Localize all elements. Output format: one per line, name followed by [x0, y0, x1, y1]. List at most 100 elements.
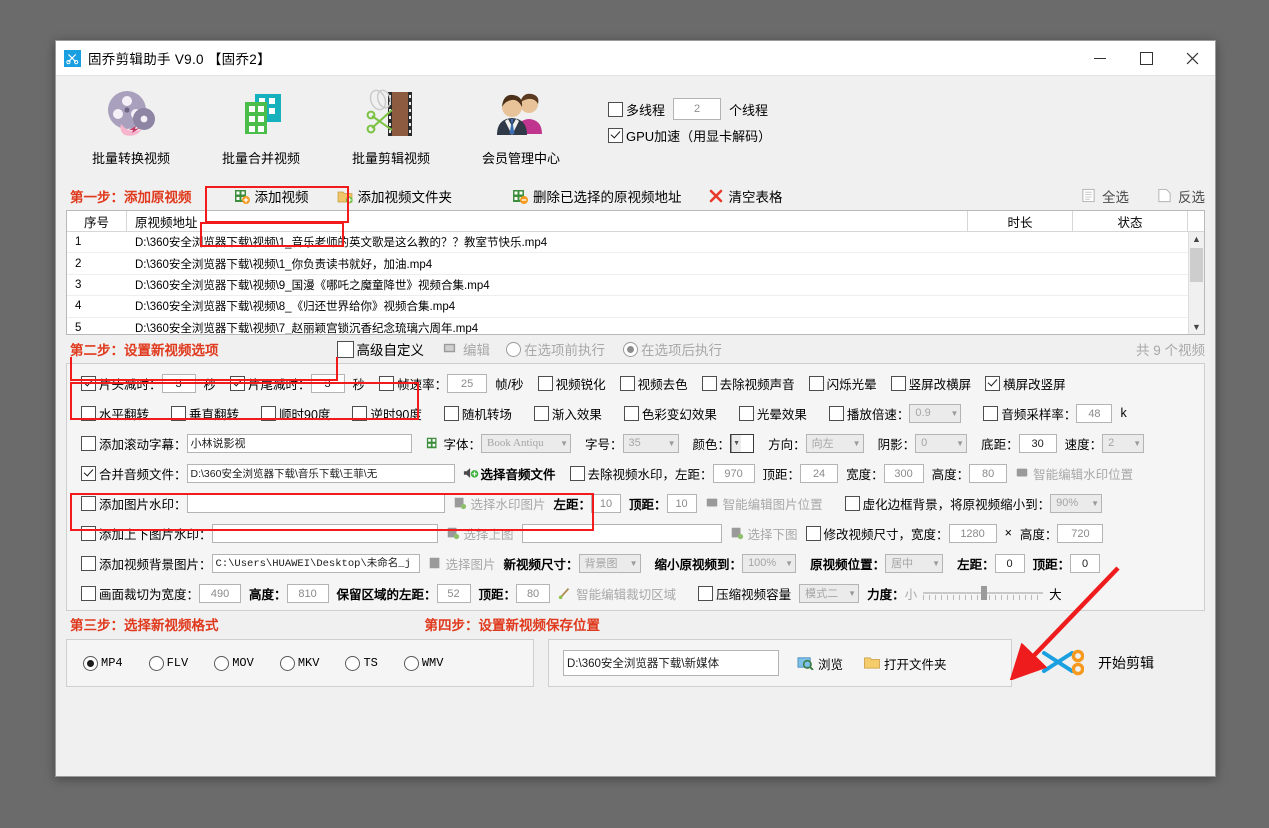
image-watermark-input[interactable]	[186, 493, 445, 513]
keep-top-input[interactable]: 80	[516, 583, 551, 603]
format-radio-mkv[interactable]	[279, 655, 295, 671]
format-radio-ts[interactable]	[345, 655, 361, 671]
font-size-select[interactable]: 35 ▼	[622, 433, 679, 453]
blur-background-option[interactable]: 虚化边框背景，将原视频缩小到：	[844, 494, 1050, 513]
table-row[interactable]: 1 D:\360安全浏览器下载\视频\1_音乐老师的英文歌是这么教的？？教室节快…	[67, 232, 1204, 254]
smart-crop-button[interactable]: 智能编辑裁切区域	[558, 584, 676, 603]
hflip-checkbox[interactable]	[81, 405, 96, 421]
wm-left-input[interactable]: 10	[591, 493, 622, 513]
vflip-option[interactable]: 垂直翻转	[171, 404, 239, 423]
start-clip-area[interactable]: 开始剪辑	[1038, 639, 1154, 687]
decolor-checkbox[interactable]	[619, 375, 635, 391]
random-transition-checkbox[interactable]	[443, 405, 459, 421]
audio-path-input[interactable]: D:\360安全浏览器下载\音乐下载\王菲\无	[186, 463, 455, 483]
smart-image-position-button[interactable]: 智能编辑图片位置	[705, 494, 823, 513]
exec-before-option[interactable]: 在选项前执行	[506, 339, 605, 359]
exec-before-radio[interactable]	[506, 341, 521, 357]
scroll-subtitle-input[interactable]: 小林说影视	[186, 433, 412, 453]
add-video-button[interactable]: 添加视频	[234, 186, 309, 206]
head-trim-option[interactable]: 片头减时：	[81, 374, 162, 393]
sharpen-checkbox[interactable]	[537, 375, 553, 391]
top-bottom-watermark-option[interactable]: 添加上下图片水印：	[81, 524, 212, 543]
scroll-subtitle-checkbox[interactable]	[81, 435, 96, 451]
table-row[interactable]: 5 D:\360安全浏览器下载\视频\7_赵丽颖宫锁沉香纪念琉璃六周年.mp4	[67, 318, 1204, 334]
table-row[interactable]: 4 D:\360安全浏览器下载\视频\8_《归还世界给你》视频合集.mp4	[67, 296, 1204, 318]
table-row[interactable]: 3 D:\360安全浏览器下载\视频\9_国漫《哪吒之魔童降世》视频合集.mp4	[67, 275, 1204, 297]
select-all-button[interactable]: 全选	[1081, 186, 1129, 206]
blur-background-checkbox[interactable]	[844, 495, 860, 511]
color-shift-checkbox[interactable]	[623, 405, 639, 421]
smart-watermark-button[interactable]: 智能编辑水印位置	[1015, 464, 1133, 483]
subtitle-speed-select[interactable]: 2 ▼	[1102, 433, 1145, 453]
blur-shrink-select[interactable]: 90% ▼	[1050, 493, 1103, 513]
advanced-custom-checkbox[interactable]	[336, 340, 354, 358]
table-row[interactable]: 2 D:\360安全浏览器下载\视频\1_你负责读书就好，加油.mp4	[67, 253, 1204, 275]
hflip-option[interactable]: 水平翻转	[81, 404, 149, 423]
top-image-input[interactable]	[211, 523, 438, 543]
edit-button[interactable]: 编辑	[442, 339, 490, 359]
video-position-select[interactable]: 居中 ▼	[885, 553, 944, 573]
choose-watermark-image-button[interactable]: 选择水印图片	[453, 494, 546, 513]
fade-in-option[interactable]: 渐入效果	[533, 404, 602, 423]
fade-in-checkbox[interactable]	[533, 405, 549, 421]
bg-top-input[interactable]: 0	[1070, 553, 1101, 573]
remove-watermark-option[interactable]: 去除视频水印，左距：	[569, 464, 713, 483]
multithread-checkbox[interactable]	[608, 101, 623, 117]
sharpen-option[interactable]: 视频锐化	[537, 374, 606, 393]
font-select[interactable]: Book Antiqu ▼	[481, 433, 572, 453]
advanced-custom-option[interactable]: 高级自定义	[336, 339, 424, 359]
merge-audio-option[interactable]: 合并音频文件：	[81, 464, 187, 483]
resize-width-input[interactable]: 1280	[948, 523, 997, 543]
fps-checkbox[interactable]	[379, 375, 395, 391]
watermark-height-input[interactable]: 80	[969, 463, 1008, 483]
choose-bottom-image-button[interactable]: 选择下图	[730, 524, 798, 543]
subtitle-file-icon[interactable]	[426, 436, 440, 450]
watermark-top-input[interactable]: 24	[800, 463, 839, 483]
table-scrollbar[interactable]: ▲ ▼	[1188, 232, 1204, 334]
format-radio-mp4[interactable]	[83, 655, 98, 671]
v2h-checkbox[interactable]	[890, 375, 906, 391]
format-option-flv[interactable]: FLV	[148, 655, 188, 671]
rotate-ccw-checkbox[interactable]	[352, 405, 368, 421]
tail-trim-option[interactable]: 片尾减时：	[230, 374, 311, 393]
halo-option[interactable]: 光晕效果	[738, 404, 807, 423]
video-list-table[interactable]: 序号 原视频地址 时长 状态 1 D:\360安全浏览器下载\视频\1_音乐老师…	[66, 210, 1205, 335]
image-watermark-checkbox[interactable]	[81, 495, 96, 511]
color-shift-option[interactable]: 色彩变幻效果	[623, 404, 717, 423]
tool-batch-clip[interactable]: 批量剪辑视频	[326, 82, 456, 167]
scrollbar-thumb[interactable]	[1190, 248, 1203, 282]
fps-option[interactable]: 帧速率：	[379, 374, 447, 393]
crop-width-input[interactable]: 490	[199, 583, 242, 603]
wm-top-input[interactable]: 10	[666, 493, 697, 513]
resize-video-checkbox[interactable]	[805, 525, 821, 541]
rotate-ccw-option[interactable]: 逆时90度	[352, 404, 422, 423]
new-size-select[interactable]: 背景图 ▼	[578, 553, 641, 573]
compression-strength-slider[interactable]	[923, 586, 1044, 600]
add-folder-button[interactable]: 添加视频文件夹	[337, 186, 452, 206]
compress-option[interactable]: 压缩视频容量	[698, 584, 791, 603]
playback-speed-checkbox[interactable]	[828, 405, 844, 421]
horizontal-to-vertical-option[interactable]: 横屏改竖屏	[985, 374, 1066, 393]
minimize-button[interactable]	[1077, 41, 1123, 75]
resize-height-input[interactable]: 720	[1057, 523, 1104, 543]
fps-input[interactable]: 25	[447, 373, 488, 393]
bottom-image-input[interactable]	[521, 523, 722, 543]
mute-checkbox[interactable]	[701, 375, 717, 391]
watermark-width-input[interactable]: 300	[883, 463, 924, 483]
image-watermark-option[interactable]: 添加图片水印：	[81, 494, 187, 513]
crop-option[interactable]: 画面裁切为宽度：	[81, 584, 199, 603]
samplerate-checkbox[interactable]	[983, 405, 999, 421]
scroll-up-icon[interactable]: ▲	[1192, 232, 1201, 246]
vflip-checkbox[interactable]	[171, 405, 187, 421]
background-image-option[interactable]: 添加视频背景图片：	[81, 554, 212, 573]
shrink-select[interactable]: 100% ▼	[742, 553, 797, 573]
playback-speed-option[interactable]: 播放倍速：	[828, 404, 909, 423]
choose-background-image-button[interactable]: 选择图片	[428, 554, 496, 573]
merge-audio-checkbox[interactable]	[81, 465, 96, 481]
format-radio-mov[interactable]	[214, 655, 230, 671]
slider-thumb[interactable]	[981, 586, 988, 600]
choose-top-image-button[interactable]: 选择上图	[446, 524, 514, 543]
format-option-wmv[interactable]: WMV	[403, 655, 443, 671]
decolor-option[interactable]: 视频去色	[619, 374, 688, 393]
background-image-path-input[interactable]: C:\Users\HUAWEI\Desktop\未命名_j	[211, 553, 420, 573]
